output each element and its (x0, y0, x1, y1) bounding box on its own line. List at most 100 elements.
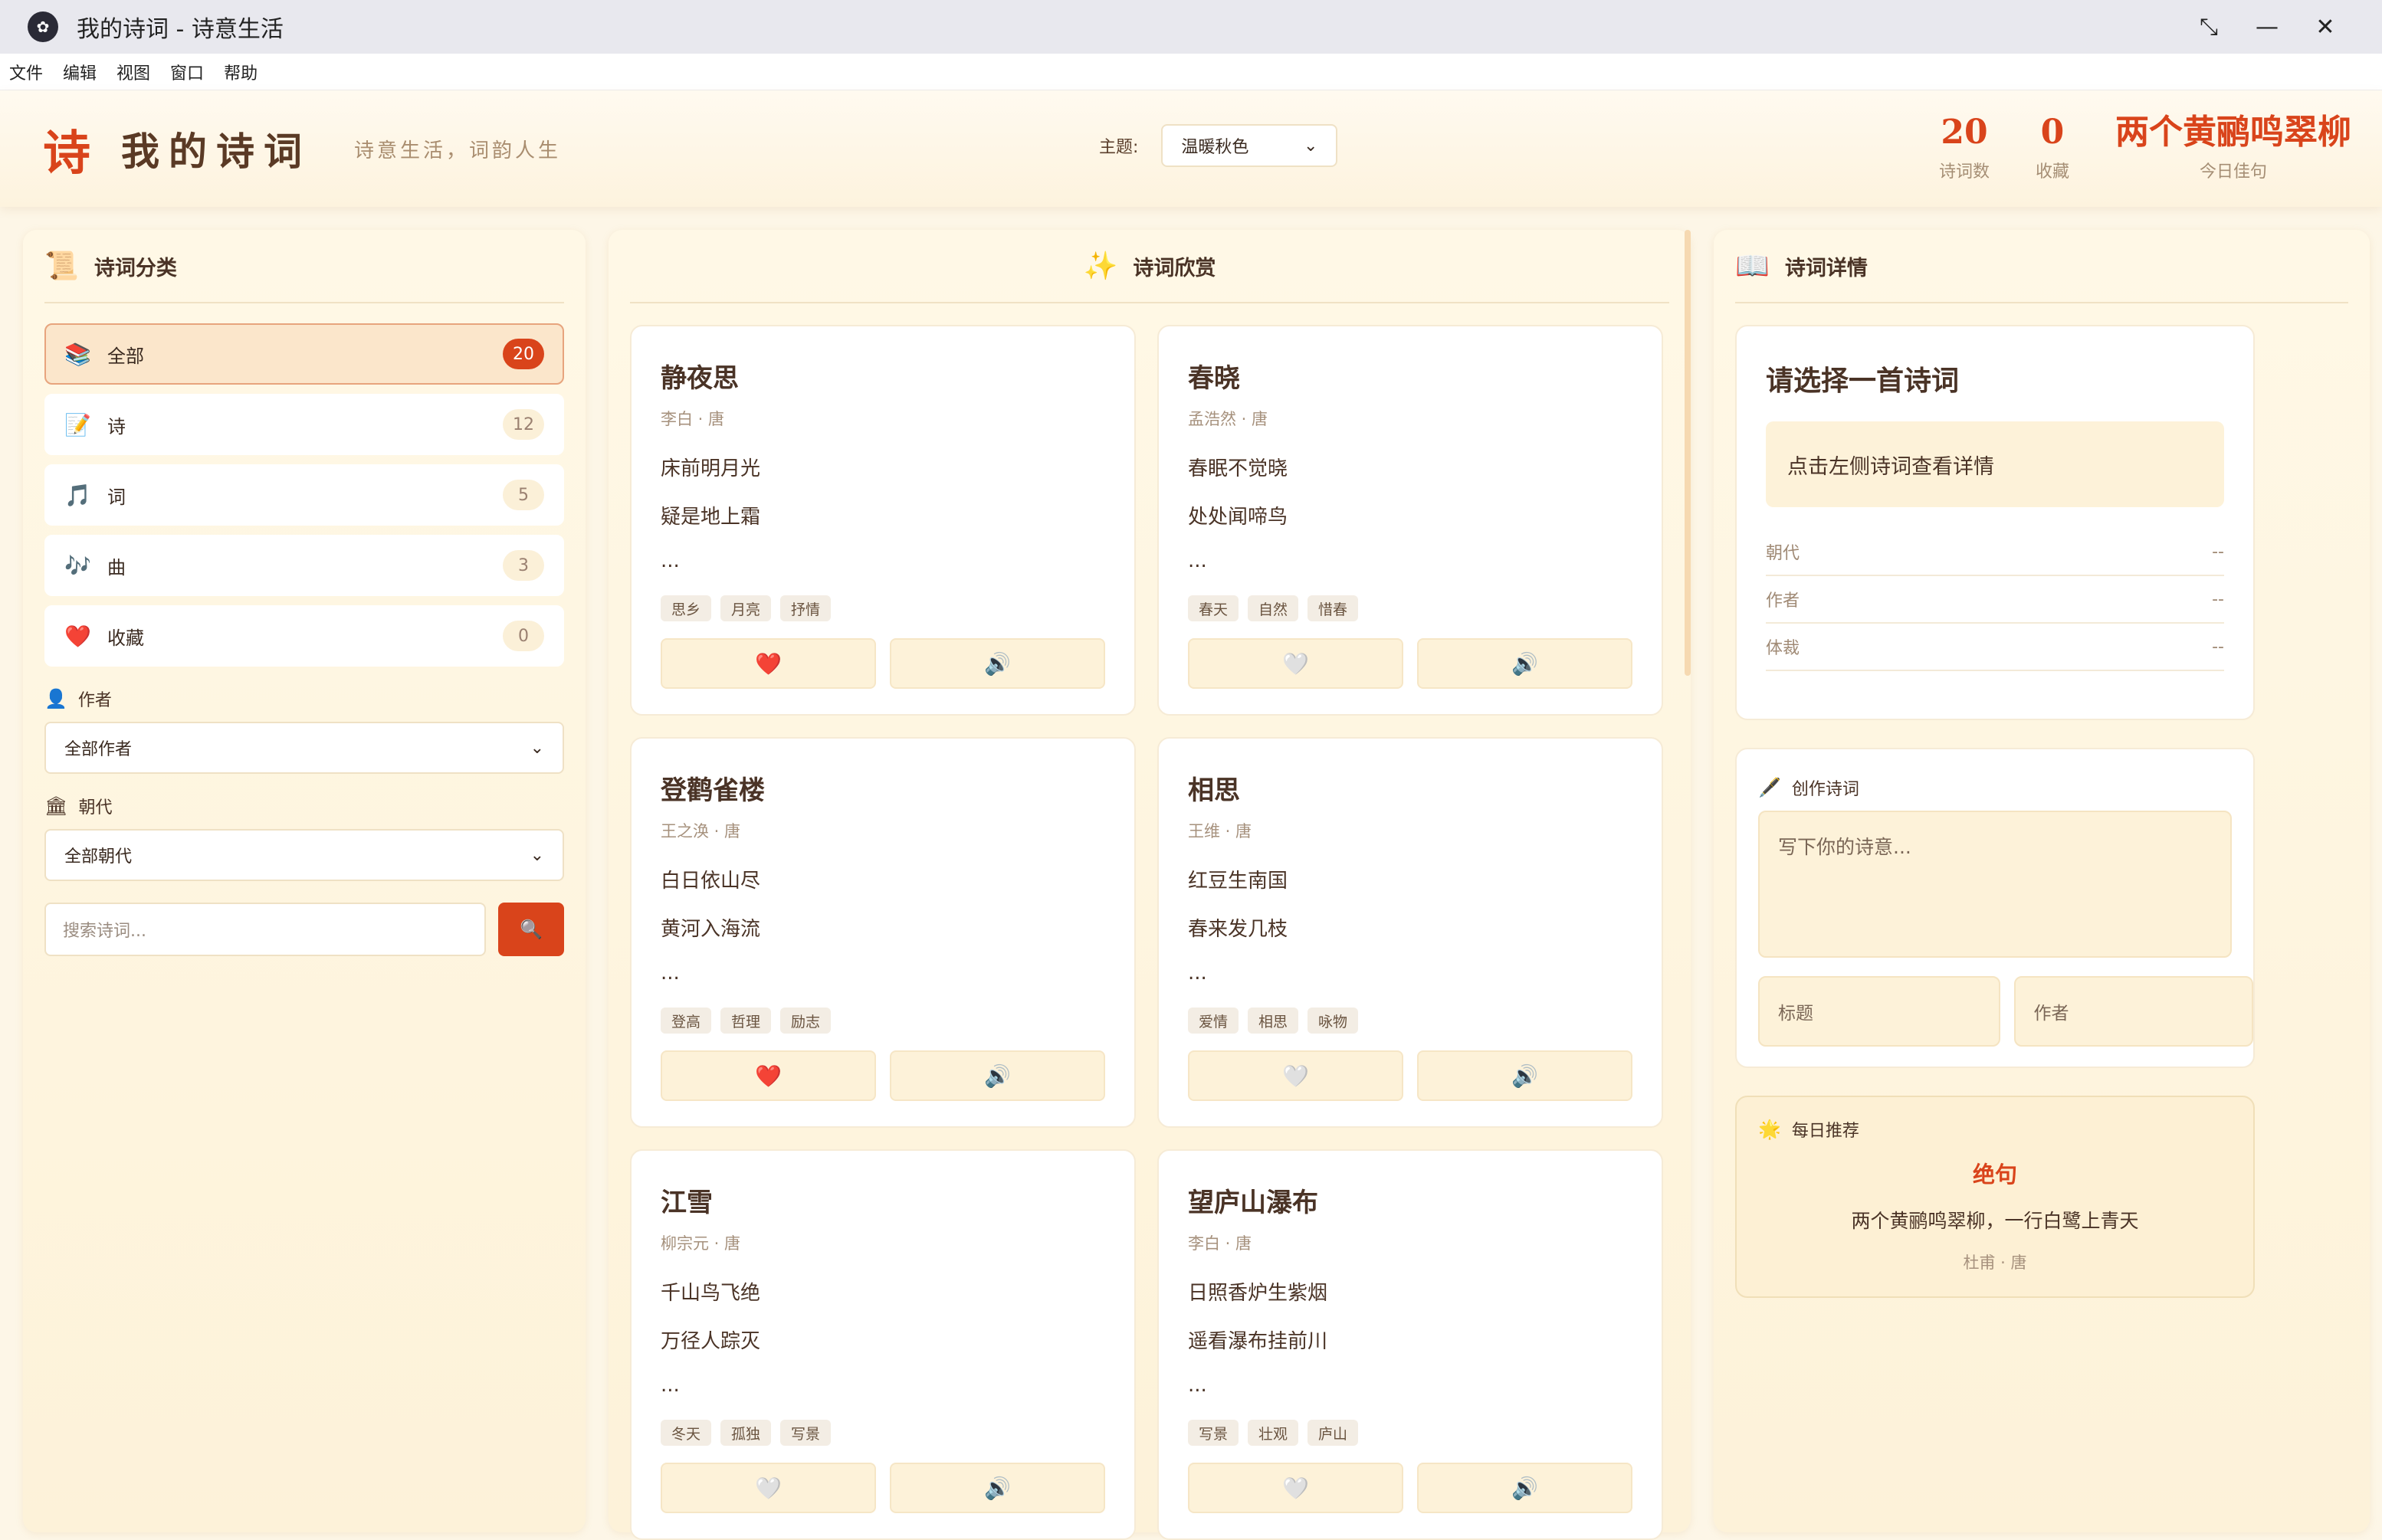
dynasty-select[interactable]: 全部朝代 ⌄ (44, 829, 564, 881)
favorite-button[interactable]: ❤️ (661, 638, 876, 689)
menu-edit[interactable]: 编辑 (63, 60, 97, 84)
count-badge: 5 (503, 480, 544, 510)
app-icon: ✿ (28, 11, 58, 42)
poem-card[interactable]: 静夜思 李白 · 唐床前明月光 疑是地上霜... 思乡 月亮 抒情 ❤️ 🔊 (630, 325, 1136, 716)
search-input[interactable]: 搜索诗词... (44, 903, 486, 956)
stat-number: 20 (1941, 113, 1988, 152)
poem-card[interactable]: 望庐山瀑布 李白 · 唐日照香炉生紫烟 遥看瀑布挂前川... 写景 壮观 庐山 🤍 🔊 (1157, 1149, 1663, 1540)
favorite-button[interactable]: 🤍 (661, 1463, 876, 1513)
author-select[interactable]: 全部作者 ⌄ (44, 722, 564, 774)
panel-title: 📜 诗词分类 (44, 230, 564, 303)
compose-title-input[interactable]: 标题 (1758, 976, 2000, 1047)
poem-line: ... (661, 1374, 680, 1397)
menu-bar: 文件 编辑 视图 窗口 帮助 (0, 54, 2382, 90)
dynasty-value: 全部朝代 (64, 847, 133, 867)
poem-line: 日照香炉生紫烟 (1188, 1282, 1328, 1305)
poem-tag[interactable]: 惜春 (1307, 595, 1359, 621)
poem-meta: 李白 · 唐 (661, 410, 725, 428)
minimize-icon[interactable]: — (2238, 14, 2296, 41)
compose-author-input[interactable]: 作者 (2013, 976, 2253, 1047)
menu-window[interactable]: 窗口 (170, 60, 204, 84)
favorite-button[interactable]: ❤️ (661, 1050, 876, 1101)
sparkles-icon: ✨ (1083, 251, 1118, 282)
category-panel: 📜 诗词分类 📚 全部 20 📝 诗 12 🎵 词 5 🎶 曲 3 ❤️ 收藏 … (23, 230, 586, 1532)
books-icon: 📚 (64, 341, 91, 367)
poem-card[interactable]: 春晓 孟浩然 · 唐春眠不觉晓 处处闻啼鸟... 春天 自然 惜春 🤍 🔊 (1157, 325, 1663, 716)
poem-tag[interactable]: 咏物 (1307, 1008, 1359, 1034)
poem-card[interactable]: 相思 王维 · 唐红豆生南国 春来发几枝... 爱情 相思 咏物 🤍 🔊 (1157, 737, 1663, 1128)
count-badge: 3 (503, 550, 544, 581)
category-qu[interactable]: 🎶 曲 3 (44, 535, 564, 596)
poem-line: 红豆生南国 (1188, 870, 1288, 893)
count-badge: 20 (503, 339, 544, 369)
detail-panel: 📖 诗词详情 请选择一首诗词 点击左侧诗词查看详情 朝代 -- 作者 -- 体裁… (1714, 230, 2370, 1532)
poem-tag[interactable]: 相思 (1248, 1008, 1299, 1034)
poem-tag[interactable]: 思乡 (661, 595, 712, 621)
poem-meta: 王维 · 唐 (1188, 822, 1252, 840)
poem-title: 江雪 (661, 1188, 713, 1218)
poem-tag[interactable]: 庐山 (1307, 1420, 1359, 1446)
category-label: 全部 (107, 345, 144, 367)
author-filter-label: 👤 作者 (44, 686, 564, 711)
poem-line: 千山鸟飞绝 (661, 1282, 761, 1305)
heart-icon: ❤️ (755, 650, 782, 677)
heart-icon: ❤️ (64, 623, 91, 649)
category-ci[interactable]: 🎵 词 5 (44, 464, 564, 526)
read-aloud-button[interactable]: 🔊 (890, 638, 1105, 689)
read-aloud-button[interactable]: 🔊 (890, 1463, 1105, 1513)
stat-daily-quote: 两个黄鹂鸣翠柳 今日佳句 (2115, 110, 2351, 182)
scrollbar[interactable] (1685, 230, 1691, 676)
search-button[interactable]: 🔍 (498, 903, 564, 956)
poem-line: 黄河入海流 (661, 918, 761, 941)
poem-tag[interactable]: 壮观 (1248, 1420, 1299, 1446)
speaker-icon: 🔊 (984, 1475, 1011, 1501)
favorite-button[interactable]: 🤍 (1188, 1050, 1403, 1101)
poem-tag[interactable]: 冬天 (661, 1420, 712, 1446)
poem-line: 春来发几枝 (1188, 918, 1288, 941)
read-aloud-button[interactable]: 🔊 (890, 1050, 1105, 1101)
poem-card[interactable]: 登鹳雀楼 王之涣 · 唐白日依山尽 黄河入海流... 登高 哲理 励志 ❤️ 🔊 (630, 737, 1136, 1128)
poem-tag[interactable]: 写景 (780, 1420, 832, 1446)
poem-tag[interactable]: 爱情 (1188, 1008, 1239, 1034)
book-icon: 📖 (1735, 251, 1770, 282)
restore-icon[interactable]: ⤡ (2180, 14, 2238, 41)
close-icon[interactable]: ✕ (2296, 14, 2354, 41)
read-aloud-button[interactable]: 🔊 (1417, 638, 1632, 689)
menu-help[interactable]: 帮助 (224, 60, 258, 84)
poem-tag[interactable]: 月亮 (720, 595, 772, 621)
favorite-button[interactable]: 🤍 (1188, 638, 1403, 689)
poem-tag[interactable]: 自然 (1248, 595, 1299, 621)
poem-line: ... (1188, 1374, 1207, 1397)
daily-label: 🌟 每日推荐 (1758, 1117, 2232, 1142)
heart-icon: 🤍 (1282, 1063, 1309, 1089)
poem-line: 床前明月光 (661, 457, 761, 480)
row-key: 朝代 (1766, 544, 1800, 563)
theme-label: 主题: (1099, 138, 1139, 157)
poem-tag[interactable]: 孤独 (720, 1420, 772, 1446)
detail-title: 请选择一首诗词 (1766, 365, 1960, 397)
poem-tag[interactable]: 哲理 (720, 1008, 772, 1034)
poem-line: 万径人踪灭 (661, 1330, 761, 1353)
favorite-button[interactable]: 🤍 (1188, 1463, 1403, 1513)
category-label: 收藏 (107, 627, 144, 649)
category-all[interactable]: 📚 全部 20 (44, 323, 564, 385)
poem-tag[interactable]: 写景 (1188, 1420, 1239, 1446)
theme-select[interactable]: 温暖秋色 ⌄ (1161, 124, 1338, 167)
category-shi[interactable]: 📝 诗 12 (44, 394, 564, 455)
app-header: 诗 我的诗词 诗意生活，词韵人生 主题: 温暖秋色 ⌄ 20 诗词数 0 收藏 … (0, 90, 2382, 207)
poem-tag[interactable]: 抒情 (780, 595, 832, 621)
read-aloud-button[interactable]: 🔊 (1417, 1050, 1632, 1101)
compose-card: 🖋️ 创作诗词 写下你的诗意... 标题 作者 (1735, 748, 2255, 1068)
poem-tag[interactable]: 励志 (780, 1008, 832, 1034)
row-key: 作者 (1766, 591, 1800, 611)
menu-file[interactable]: 文件 (9, 60, 43, 84)
compose-textarea[interactable]: 写下你的诗意... (1758, 811, 2232, 958)
category-favorites[interactable]: ❤️ 收藏 0 (44, 605, 564, 667)
poem-tag[interactable]: 登高 (661, 1008, 712, 1034)
star-icon: 🌟 (1758, 1119, 1781, 1140)
category-label: 诗 (107, 415, 126, 437)
read-aloud-button[interactable]: 🔊 (1417, 1463, 1632, 1513)
menu-view[interactable]: 视图 (116, 60, 150, 84)
poem-tag[interactable]: 春天 (1188, 595, 1239, 621)
poem-card[interactable]: 江雪 柳宗元 · 唐千山鸟飞绝 万径人踪灭... 冬天 孤独 写景 🤍 🔊 (630, 1149, 1136, 1540)
